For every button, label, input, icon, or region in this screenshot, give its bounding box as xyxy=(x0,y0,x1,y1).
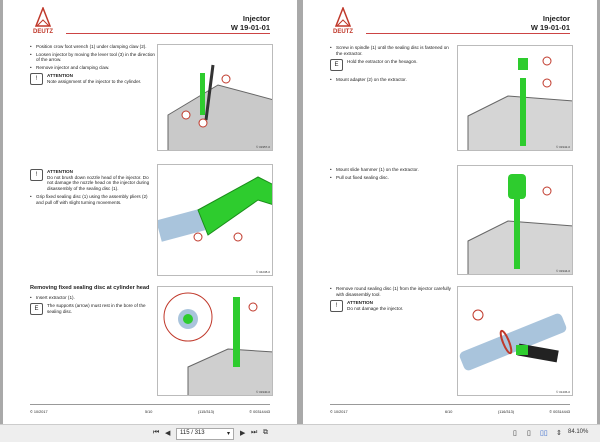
pdf-toolbar: ⏮ ◀ 115 / 313 ▾ ▶ ⏭ ⧉ ▯ ▯ ▯▯ ⇕ 84.10% xyxy=(0,424,600,442)
figure-assembly-pliers: © 34238-0 xyxy=(157,164,273,276)
attention-icon: ! xyxy=(30,169,43,181)
page-right: DEUTZ InjectorW 19-01-01 Screw in spindl… xyxy=(303,0,597,424)
instructions-2: ! ATTENTION Do not brush down nozzle head … xyxy=(30,166,156,208)
last-page-button[interactable]: ⏭ xyxy=(251,429,257,437)
instructions-1: Screw in spindle (1) until the sealing d… xyxy=(330,45,456,85)
instructions-1: Position crow foot wrench (1) under clam… xyxy=(30,44,156,88)
page-left: DEUTZ InjectorW 19-01-01 Position crow f… xyxy=(3,0,297,424)
page-footer: © 10/2017 5/10 (115/313) © 00314443 xyxy=(30,404,270,416)
instructions-2: Mount slide hammer (1) on the extractor.… xyxy=(330,167,456,182)
deutz-logo: DEUTZ xyxy=(33,7,53,35)
figure-injector-disc: © 31436-0 xyxy=(457,286,573,396)
rotate-icon[interactable]: ⧉ xyxy=(263,429,268,437)
two-page-view-icon[interactable]: ▯▯ xyxy=(540,429,548,437)
figure-adapter: © 31942-0 xyxy=(457,45,573,151)
zoom-level[interactable]: 84.10% xyxy=(568,429,588,435)
engine-illustration xyxy=(167,64,272,150)
figure-crow-foot-wrench: © 31957-0 xyxy=(157,44,273,151)
figure-slide-hammer: © 31944-0 xyxy=(457,165,573,275)
doc-title: Injector W 19-01-01 xyxy=(530,14,570,32)
attention-note: ! ATTENTION Do not brush down nozzle head … xyxy=(30,169,156,191)
note: E The supports (arrow) must rest in the b… xyxy=(30,303,156,316)
first-page-button[interactable]: ⏮ xyxy=(153,429,159,437)
figure-extractor: © 31940-0 xyxy=(157,286,273,396)
instructions-3: Removing fixed sealing disc at cylinder … xyxy=(30,285,156,318)
next-page-button[interactable]: ▶ xyxy=(240,429,245,437)
attention-icon: ! xyxy=(330,300,343,313)
tool-note-icon: E xyxy=(330,59,343,72)
page-footer: © 10/2017 6/10 (116/313) © 00314443 xyxy=(330,404,570,416)
svg-text:DEUTZ: DEUTZ xyxy=(333,29,353,35)
page-number-input[interactable]: 115 / 313 ▾ xyxy=(176,428,234,440)
note: E Hold the extractor on the hexagon. xyxy=(330,59,456,72)
attention-note: ! ATTENTION Note assignment of the injecto… xyxy=(30,73,156,86)
attention-icon: ! xyxy=(30,73,43,86)
continuous-view-icon[interactable]: ▯ xyxy=(527,429,531,437)
fit-view-icon[interactable]: ⇕ xyxy=(556,429,562,437)
svg-text:DEUTZ: DEUTZ xyxy=(33,29,53,35)
instructions-3: Remove round sealing disc (1) from the i… xyxy=(330,286,456,315)
prev-page-button[interactable]: ◀ xyxy=(165,429,170,437)
attention-note: ! ATTENTION Do not damage the injector. xyxy=(330,300,456,313)
deutz-logo: DEUTZ xyxy=(333,7,353,35)
single-page-view-icon[interactable]: ▯ xyxy=(513,429,517,437)
doc-title: Injector W 19-01-01 xyxy=(230,14,270,32)
tool-note-icon: E xyxy=(30,303,43,316)
header-rule xyxy=(66,33,270,34)
header-rule xyxy=(366,33,570,34)
